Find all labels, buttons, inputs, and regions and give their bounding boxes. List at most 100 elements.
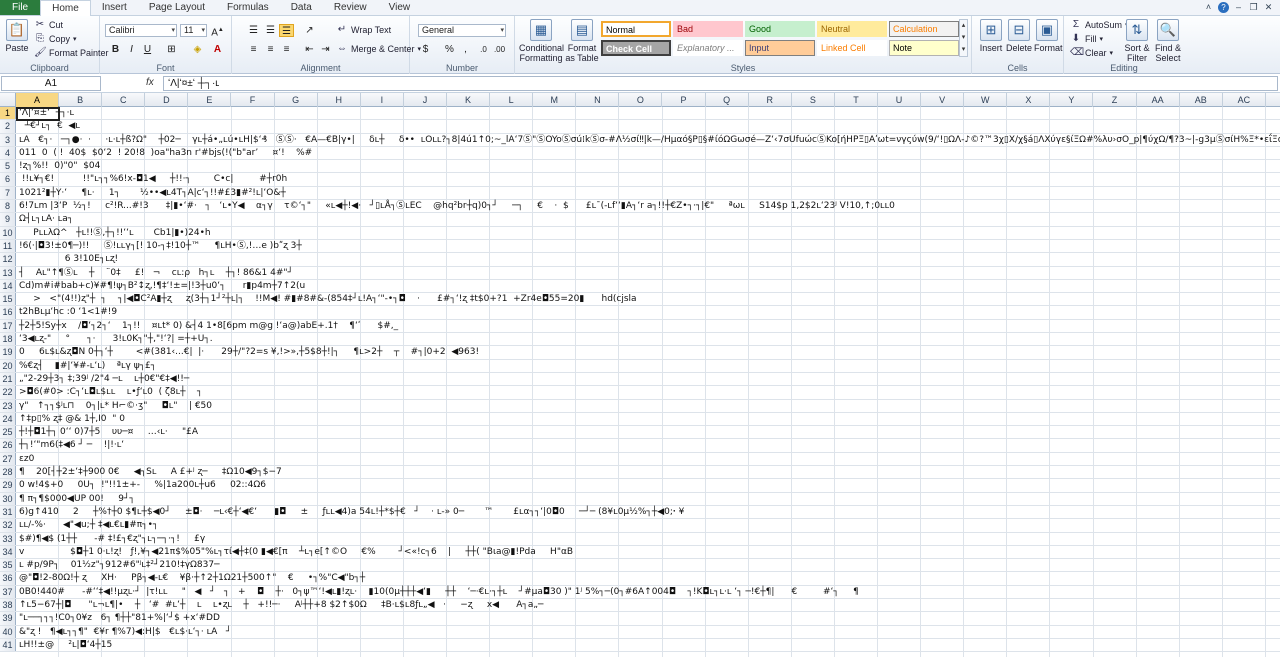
- copy-button[interactable]: ⎘ Copy ▾: [34, 33, 77, 45]
- tab-home[interactable]: Home: [40, 0, 91, 16]
- cell-text[interactable]: 0B0!440# -#ʻʻ‡◀!!μʐʟ·┘ |τ!ʟʟ " ◀ ┘ ┐ + ◘…: [19, 586, 859, 599]
- row-header[interactable]: 32: [0, 519, 16, 532]
- cell-text[interactable]: 6)g↑410 2 ┼%†┼0 $¶ʟ┼$◀0┘ ±◘· ─ʟ‹€┼ʻ◀€ʻ ▮…: [19, 506, 684, 519]
- row-header[interactable]: 9: [0, 213, 16, 226]
- row-header[interactable]: 1: [0, 107, 16, 120]
- column-header-ac[interactable]: AC: [1223, 93, 1266, 107]
- sort-filter-button[interactable]: ⇅ Sort & Filter: [1122, 19, 1152, 63]
- help-icon[interactable]: ?: [1218, 2, 1229, 13]
- grow-font-icon[interactable]: A▲: [210, 24, 225, 38]
- formula-input[interactable]: ʻΛ|ʻ¤±ʻ ┼┐·ʟ: [163, 76, 1278, 91]
- cell-text[interactable]: ↑ʟ5−67┼|◘ "ʟ¬ʟ¶|• ┼ ʻ# #ʟʻ┼ ʟ ʟ•ʐʟ ┼ +!!…: [19, 599, 543, 612]
- row-header[interactable]: 25: [0, 426, 16, 439]
- cell-text[interactable]: ʻ3◀ʟʐ-" ° ┐· 3!ʟ0K┐"┼,"!ʻ?| =┼+U┐.: [19, 333, 213, 346]
- align-left-icon[interactable]: ≡: [246, 43, 261, 56]
- row-header[interactable]: 39: [0, 612, 16, 625]
- orientation-icon[interactable]: ↗: [302, 24, 317, 37]
- fill-button[interactable]: ⬇ Fill ▾: [1070, 33, 1103, 45]
- cell-text[interactable]: > <"(4!!)ʐ"┼ ┐ ┐|◀◘C²A▮┼ʐ ʐ(3┼┐1┘²┼ʟ|┐ !…: [19, 293, 636, 306]
- cell-text[interactable]: @"◘!2-80Ω!┼ ʐ XH· Pβ┐◀-ʟ€ ¥β·┼↑2┼1Ω21┼50…: [19, 572, 365, 585]
- column-header-s[interactable]: S: [792, 93, 835, 107]
- row-header[interactable]: 24: [0, 412, 16, 426]
- row-header[interactable]: 6: [0, 173, 16, 186]
- cell-text[interactable]: εz0: [19, 453, 34, 466]
- close-window-icon[interactable]: ✕: [1263, 2, 1274, 13]
- tab-file[interactable]: File: [0, 0, 41, 15]
- insert-function-icon[interactable]: fx: [146, 77, 154, 88]
- row-header[interactable]: 35: [0, 559, 16, 572]
- align-bottom-icon[interactable]: ☰: [279, 24, 294, 37]
- cell-text[interactable]: &"ʐ ! ¶◀ʟ┐┐¶" €¥r ¶%7)◀:H|$ €ʟ$·ʟʻ┐· ʟA …: [19, 626, 231, 639]
- row-header[interactable]: 14: [0, 279, 16, 293]
- wrap-text-button[interactable]: ↵ Wrap Text: [336, 24, 391, 36]
- row-header[interactable]: 7: [0, 186, 16, 200]
- row-header[interactable]: 34: [0, 545, 16, 559]
- font-size-select[interactable]: 11 ▾: [180, 24, 207, 37]
- format-as-table-button[interactable]: ▤ Format as Table: [565, 19, 599, 63]
- column-header-b[interactable]: B: [59, 93, 103, 107]
- row-header[interactable]: 23: [0, 399, 16, 412]
- cell-text[interactable]: γ" ↑┐┐$ʲʟ⊓ 0┐|ʟ* H⌐©·ʒ" ◘ʟ" | €50: [19, 400, 212, 413]
- row-header[interactable]: 12: [0, 253, 16, 266]
- row-header[interactable]: 26: [0, 439, 16, 452]
- font-color-icon[interactable]: A: [210, 43, 225, 56]
- column-header-z[interactable]: Z: [1094, 93, 1137, 107]
- cell-text[interactable]: 6 3!10E┐ʟʐ!: [19, 253, 118, 266]
- column-header-l[interactable]: L: [490, 93, 534, 107]
- row-header[interactable]: 3: [0, 133, 16, 146]
- cell-text[interactable]: ┼┐!ʻ"m6(‡◀6 ┘ ─ !|!·ʟʻ: [19, 439, 124, 452]
- worksheet-grid[interactable]: A B C D E F G H I J K L M N O P Q R S T U V W X Y Z AA AB AC 1 ʻΛ|ʻ¤±…: [0, 93, 1280, 657]
- column-header-r[interactable]: R: [749, 93, 792, 107]
- minimize-ribbon-icon[interactable]: ˄: [1203, 2, 1214, 13]
- style-explanatory[interactable]: Explanatory ...: [673, 40, 743, 56]
- row-header[interactable]: 27: [0, 452, 16, 466]
- row-header[interactable]: 8: [0, 200, 16, 213]
- conditional-formatting-button[interactable]: ▦ Conditional Formatting: [519, 19, 564, 63]
- cell-text[interactable]: 6!7ʟm |3ʻP ½┐! c²!R...#!3 ‡|▮•ʻ#· ┐ ʻʟ•Y…: [19, 200, 895, 213]
- format-cells-button[interactable]: ▣ Format: [1034, 19, 1063, 53]
- cell-text[interactable]: 1021²▮┼Y·ʻ ¶ʟ· 1┐ ½••◀ʟ4T┐A|cʻ┐!!#£3▮#²!…: [19, 187, 286, 200]
- column-header-ab[interactable]: AB: [1180, 93, 1223, 107]
- column-header-a[interactable]: A: [16, 93, 60, 107]
- cell-text[interactable]: ┴€┘ʟ┐ € ◀ʟ: [19, 120, 80, 133]
- clear-button[interactable]: ⌫ Clear ▾: [1070, 47, 1113, 59]
- cell-text[interactable]: !ʐ┐%!! 0)"0" $04: [19, 160, 100, 173]
- cell-text[interactable]: ¶ 20[┤┼2±ʻ‡┼900 0€ ◀┐Sʟ A £+ʲ ʐ─ ‡Ω10◀9┐…: [19, 466, 282, 479]
- cell-text[interactable]: $#)¶◀$ (1┼┼ -# ‡!£┐€ʐ"┐ʟ┐─┐·┐! £γ: [19, 533, 205, 546]
- column-header-n[interactable]: N: [576, 93, 620, 107]
- row-header[interactable]: 5: [0, 160, 16, 173]
- row-header[interactable]: 29: [0, 479, 16, 492]
- cell-text[interactable]: ↑‡p▯% ʐ‡ @& 1┼,I0 " 0: [19, 413, 125, 426]
- style-check-cell[interactable]: Check Cell: [601, 40, 671, 56]
- row-header[interactable]: 2: [0, 120, 16, 133]
- row-header[interactable]: 40: [0, 625, 16, 638]
- cell-text[interactable]: t2hBʟμʻhc :0 ʻ1<1#!9: [19, 306, 117, 319]
- cell-text[interactable]: ┤ Aʟ"↑¶Ⓢʟ ┼ ¨0‡ £! ¬ cʟ:ρ h┐ʟ ┼┐! 86&1 4…: [19, 267, 293, 280]
- row-header[interactable]: 15: [0, 293, 16, 306]
- row-header[interactable]: 17: [0, 319, 16, 333]
- tab-view[interactable]: View: [378, 0, 422, 15]
- minimize-window-icon[interactable]: –: [1233, 2, 1244, 13]
- row-header[interactable]: 38: [0, 598, 16, 612]
- column-header-j[interactable]: J: [404, 93, 447, 107]
- cell-text[interactable]: !6(·|◘3!±0¶─)!! Ⓢ!ʟʟγ┐[! 10-┐‡!10┼™ ¶ʟH•…: [19, 240, 302, 253]
- cell-text[interactable]: ┼2┼5!Sy┼x /◘ʻ┐2┐ʻ 1┐!! ¤ʟt* 0) &┤4 1•8[6…: [19, 320, 398, 333]
- column-header-aa[interactable]: AA: [1137, 93, 1180, 107]
- increase-decimal-icon[interactable]: .0: [476, 43, 491, 56]
- cell-text[interactable]: "ʟ──┐┐┐!C0┐0¥z 6┐ ¶┼┼"81+%|ʻ┘$ +xʻ#DD: [19, 612, 220, 625]
- font-name-select[interactable]: Calibri ▾: [105, 24, 177, 37]
- style-calculation[interactable]: Calculation: [889, 21, 959, 37]
- cell-text[interactable]: ʻΛ|ʻ¤±ʻ ┼┐·ʟ: [19, 107, 74, 120]
- style-good[interactable]: Good: [745, 21, 815, 37]
- column-header-e[interactable]: E: [188, 93, 232, 107]
- italic-button[interactable]: I: [124, 43, 139, 56]
- row-header[interactable]: 30: [0, 492, 16, 505]
- merge-center-button[interactable]: ⇔ Merge & Center ▾: [336, 43, 421, 55]
- column-header-v[interactable]: V: [921, 93, 965, 107]
- column-header-h[interactable]: H: [318, 93, 361, 107]
- tab-data[interactable]: Data: [280, 0, 323, 15]
- cell-text[interactable]: Ω┤ʟ┐ʟA· ʟa┐: [19, 213, 73, 226]
- cell-text[interactable]: ʟH!!±@ ²ʟ|◘ʻ4┼15: [19, 639, 112, 652]
- cell-text[interactable]: 0 w!4$+0 0U┐ !"!!1±+- %|1a200ʟ┼u6 02::4Ω…: [19, 479, 266, 492]
- row-header[interactable]: 13: [0, 266, 16, 279]
